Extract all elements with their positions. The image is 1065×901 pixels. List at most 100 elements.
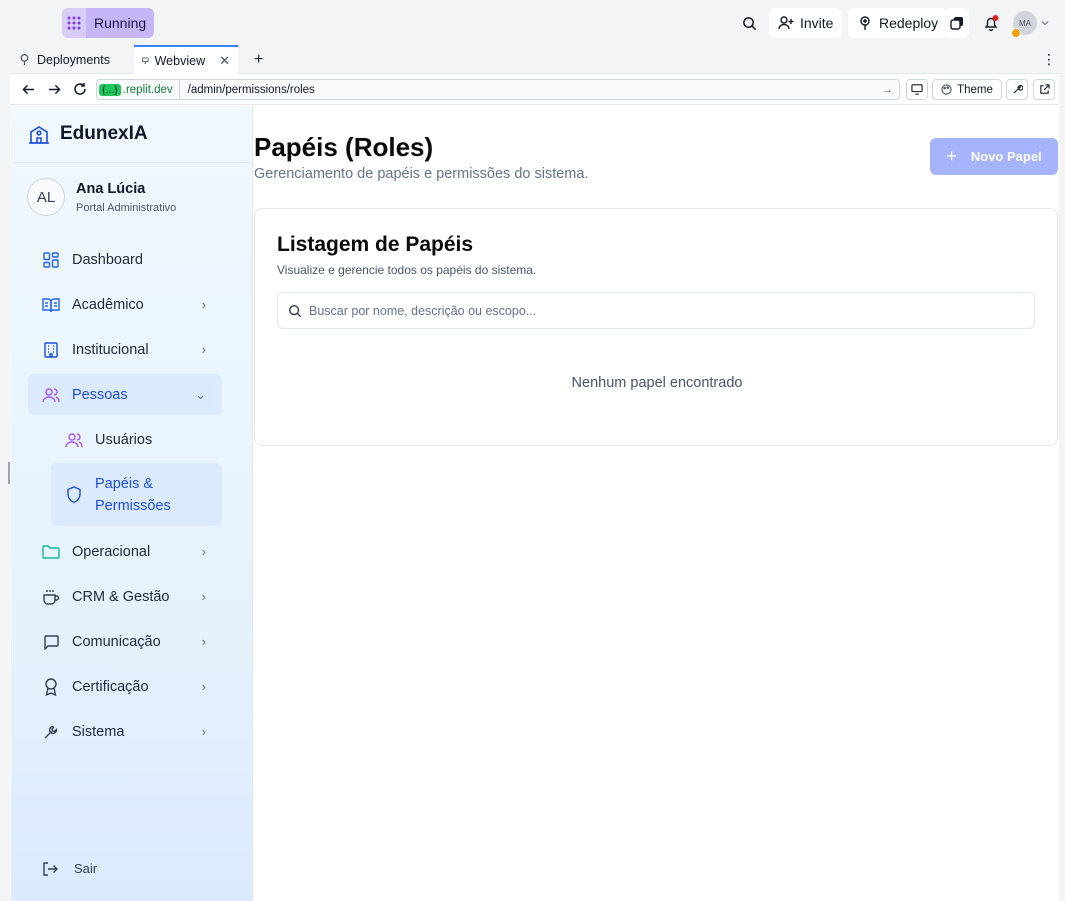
monitor-icon	[142, 57, 149, 64]
url-path: /admin/permissions/roles	[187, 83, 315, 96]
invite-button[interactable]: Invite	[769, 8, 843, 38]
notifications-button[interactable]	[979, 8, 1003, 38]
arrow-right-icon	[48, 84, 61, 94]
chevron-right-icon: ›	[201, 589, 206, 604]
sidebar-subitem-usuarios[interactable]: Usuários	[51, 419, 222, 460]
sidebar-item-label: Comunicação	[72, 633, 161, 650]
empty-state-message: Nenhum papel encontrado	[571, 375, 743, 391]
palette-icon	[941, 84, 952, 95]
sidebar-item-sistema[interactable]: Sistema ›	[28, 711, 222, 752]
deploy-icon	[860, 16, 870, 30]
roles-card: Listagem de Papéis Visualize e gerencie …	[254, 208, 1058, 446]
invite-label: Invite	[800, 15, 834, 31]
sidebar-item-institucional[interactable]: Institucional ›	[28, 329, 222, 370]
top-bar: Running Invite Redeploy MA	[0, 0, 1065, 45]
card-title: Listagem de Papéis	[277, 233, 474, 256]
search-input[interactable]: Buscar por nome, descrição ou escopo...	[277, 292, 1035, 329]
grid-icon	[62, 8, 86, 38]
refresh-icon	[74, 83, 86, 95]
back-button[interactable]	[19, 80, 37, 98]
copy-button[interactable]	[945, 8, 969, 38]
redeploy-label: Redeploy	[879, 15, 939, 31]
account-menu[interactable]: MA	[1011, 8, 1050, 38]
chevron-right-icon: ›	[201, 724, 206, 739]
page-subtitle: Gerenciamento de papéis e permissões do …	[254, 166, 589, 182]
external-link-icon	[1039, 84, 1050, 94]
tab-label: Deployments	[37, 52, 110, 67]
brand[interactable]: EdunexIA	[28, 123, 148, 145]
main-content: Papéis (Roles) Gerenciamento de papéis e…	[253, 106, 1059, 901]
coffee-icon	[42, 588, 60, 606]
tools-button[interactable]	[1006, 79, 1028, 100]
sidebar-item-label: Acadêmico	[72, 296, 144, 313]
search-icon	[742, 16, 756, 30]
tab-bar: Deployments Webview ✕ + ⋮	[10, 45, 1059, 74]
building-icon	[42, 341, 60, 359]
more-vertical-icon: ⋮	[1042, 51, 1056, 67]
sidebar-item-pessoas[interactable]: Pessoas ⌄	[28, 374, 222, 415]
resize-handle[interactable]	[8, 462, 10, 484]
open-external-button[interactable]	[1033, 79, 1055, 100]
search-placeholder: Buscar por nome, descrição ou escopo...	[309, 303, 537, 318]
app-sidebar: EdunexIA AL Ana Lúcia Portal Administrat…	[11, 106, 253, 901]
chevron-right-icon: ›	[201, 634, 206, 649]
school-icon	[29, 126, 49, 144]
sidebar-item-academico[interactable]: Acadêmico ›	[28, 284, 222, 325]
user-profile[interactable]: AL Ana Lúcia Portal Administrativo	[27, 178, 176, 216]
run-status-pill[interactable]: Running	[62, 8, 155, 38]
sidebar-item-crm-gestao[interactable]: CRM & Gestão ›	[28, 576, 222, 617]
theme-button[interactable]: Theme	[932, 79, 1002, 100]
go-icon[interactable]: →	[882, 84, 900, 96]
forward-button[interactable]	[45, 80, 63, 98]
sidebar-subitem-papeis-permissoes[interactable]: Papéis & Permissões	[51, 463, 222, 526]
sidebar-subitem-label: Usuários	[95, 431, 153, 448]
sidebar-item-certificacao[interactable]: Certificação ›	[28, 666, 222, 707]
avatar: AL	[27, 178, 65, 216]
new-role-button[interactable]: + Novo Papel	[930, 138, 1058, 175]
run-status-label: Running	[86, 8, 155, 38]
host-text: .replit.dev	[122, 83, 173, 96]
arrow-left-icon	[21, 84, 34, 94]
copy-icon	[950, 17, 963, 30]
log-out-icon	[43, 861, 58, 876]
wrench-icon	[1012, 84, 1023, 94]
sidebar-item-dashboard[interactable]: Dashboard	[28, 239, 222, 280]
url-field[interactable]: {...} .replit.dev /admin/permissions/rol…	[96, 79, 900, 100]
chevron-right-icon: ›	[201, 544, 206, 559]
wrench-icon	[42, 723, 60, 741]
close-icon[interactable]: ✕	[219, 53, 230, 69]
host-badge: {...}	[99, 83, 121, 96]
theme-label: Theme	[957, 83, 993, 96]
user-name: Ana Lúcia	[76, 180, 146, 197]
sidebar-subitem-label: Papéis & Permissões	[95, 473, 171, 517]
redeploy-button[interactable]: Redeploy	[848, 8, 948, 38]
card-subtitle: Visualize e gerencie todos os papéis do …	[277, 263, 537, 277]
search-button[interactable]	[738, 8, 760, 38]
new-tab-button[interactable]: +	[246, 45, 268, 74]
url-host: {...} .replit.dev	[97, 80, 180, 99]
reload-button[interactable]	[71, 80, 89, 98]
chevron-right-icon: ›	[201, 679, 206, 694]
tab-menu-button[interactable]: ⋮	[1034, 45, 1056, 74]
badge-dot	[1011, 28, 1021, 38]
tab-label: Webview	[154, 53, 206, 68]
sidebar-item-comunicacao[interactable]: Comunicação ›	[28, 621, 222, 662]
devtools-button[interactable]	[906, 79, 928, 100]
divider	[11, 162, 253, 163]
sidebar-item-label: Institucional	[72, 341, 149, 358]
deploy-icon	[20, 54, 29, 66]
sidebar-item-operacional[interactable]: Operacional ›	[28, 531, 222, 572]
tab-deployments[interactable]: Deployments	[10, 45, 132, 74]
users-icon	[65, 431, 83, 449]
brand-name: EdunexIA	[60, 123, 148, 144]
sidebar-item-label: Sistema	[72, 723, 125, 740]
tab-webview[interactable]: Webview ✕	[134, 45, 238, 74]
shield-icon	[65, 485, 83, 504]
bell-icon	[984, 15, 999, 32]
logout-label: Sair	[74, 861, 98, 876]
plus-icon: +	[946, 146, 957, 166]
logout-button[interactable]: Sair	[42, 861, 97, 876]
award-icon	[42, 677, 60, 696]
label-line-1: Papéis &	[95, 475, 154, 492]
chevron-down-icon: ⌄	[195, 386, 206, 402]
